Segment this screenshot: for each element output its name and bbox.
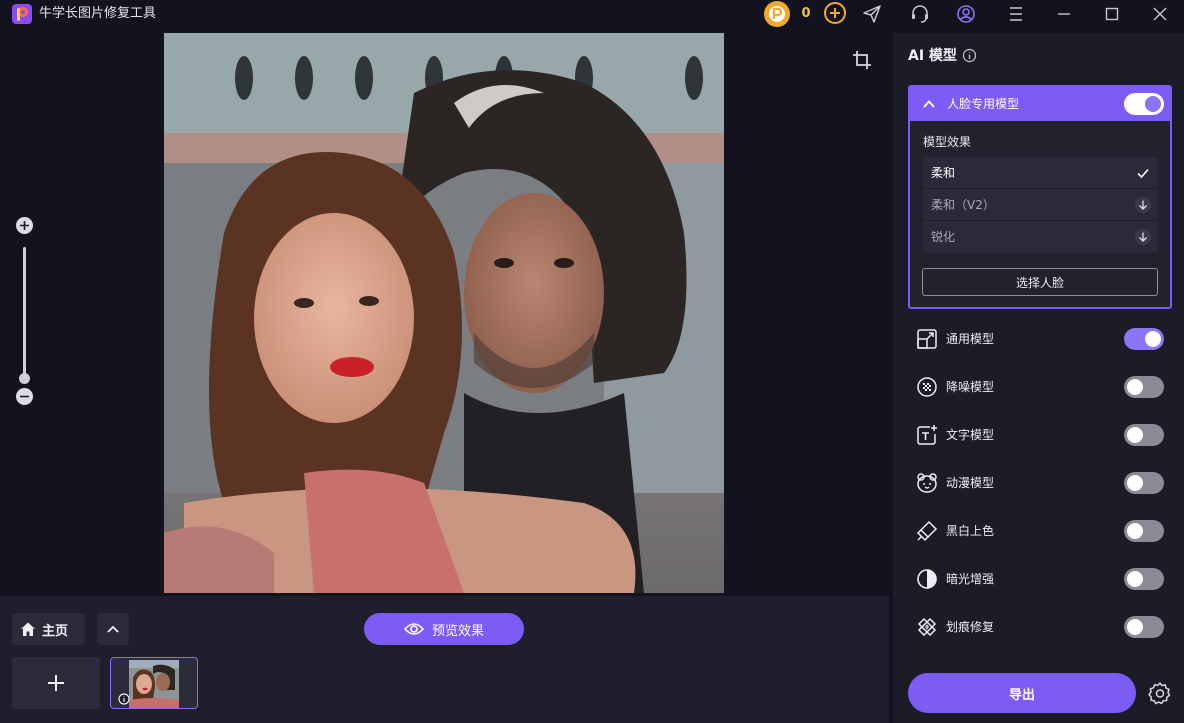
effect-option-label: 柔和 bbox=[931, 166, 956, 180]
home-icon bbox=[21, 622, 35, 636]
zoom-slider[interactable] bbox=[23, 247, 26, 375]
model-label: 通用模型 bbox=[946, 332, 995, 346]
upscale-icon bbox=[917, 329, 937, 349]
scratch-model-toggle[interactable] bbox=[1124, 616, 1164, 638]
ai-model-panel: AI 模型 人脸专用模型 模型效果 柔和 柔和（V2） 锐化 选择人脸 通用模型… bbox=[893, 33, 1184, 723]
app-window: 牛学长图片修复工具 0 主页 预览效果 AI 模型 人脸专用模型 模型效果 柔和… bbox=[0, 0, 1184, 723]
coin-count: 0 bbox=[801, 6, 811, 21]
effect-option-soft-v2[interactable]: 柔和（V2） bbox=[923, 189, 1158, 221]
image-thumbnail[interactable] bbox=[110, 657, 198, 709]
chevron-up-icon bbox=[107, 625, 119, 633]
image-canvas[interactable] bbox=[0, 33, 889, 596]
colorize-model-toggle[interactable] bbox=[1124, 520, 1164, 542]
denoise-model-toggle[interactable] bbox=[1124, 376, 1164, 398]
info-icon[interactable] bbox=[962, 48, 977, 63]
model-row-colorize: 黑白上色 bbox=[908, 515, 1172, 547]
effect-list: 柔和 柔和（V2） 锐化 bbox=[923, 157, 1158, 253]
info-icon[interactable] bbox=[118, 693, 130, 705]
text-icon bbox=[917, 425, 937, 445]
lowlight-icon bbox=[917, 569, 937, 589]
model-label: 暗光增强 bbox=[946, 572, 995, 586]
title-bar: 牛学长图片修复工具 0 bbox=[0, 0, 1184, 28]
preview-button[interactable]: 预览效果 bbox=[364, 613, 524, 645]
chevron-up-icon[interactable] bbox=[922, 97, 936, 111]
model-row-lowlight: 暗光增强 bbox=[908, 563, 1172, 595]
preview-label: 预览效果 bbox=[431, 623, 484, 639]
model-label: 划痕修复 bbox=[946, 620, 995, 634]
model-label: 降噪模型 bbox=[946, 380, 995, 394]
gear-icon[interactable] bbox=[1148, 681, 1172, 705]
model-label: 动漫模型 bbox=[946, 476, 995, 490]
face-model-card: 人脸专用模型 模型效果 柔和 柔和（V2） 锐化 选择人脸 bbox=[908, 85, 1172, 309]
zoom-slider-handle[interactable] bbox=[19, 373, 30, 384]
home-button[interactable]: 主页 bbox=[12, 613, 85, 645]
thumbnail-preview bbox=[129, 660, 179, 708]
model-row-anime: 动漫模型 bbox=[908, 467, 1172, 499]
anime-icon bbox=[917, 473, 937, 493]
send-icon[interactable] bbox=[860, 2, 884, 26]
download-icon[interactable] bbox=[1134, 196, 1152, 214]
effect-option-label: 柔和（V2） bbox=[931, 198, 995, 212]
model-row-denoise: 降噪模型 bbox=[908, 371, 1172, 403]
zoom-in-icon[interactable] bbox=[16, 217, 33, 234]
model-row-scratch: 划痕修复 bbox=[908, 611, 1172, 643]
choose-face-button[interactable]: 选择人脸 bbox=[922, 268, 1158, 296]
general-model-toggle[interactable] bbox=[1124, 328, 1164, 350]
text-model-toggle[interactable] bbox=[1124, 424, 1164, 446]
scratch-icon bbox=[917, 617, 937, 637]
model-label: 文字模型 bbox=[946, 428, 995, 442]
zoom-out-icon[interactable] bbox=[16, 388, 33, 405]
close-icon[interactable] bbox=[1148, 2, 1172, 26]
anime-model-toggle[interactable] bbox=[1124, 472, 1164, 494]
panel-title: AI 模型 bbox=[908, 48, 957, 64]
download-icon[interactable] bbox=[1134, 228, 1152, 246]
lowlight-model-toggle[interactable] bbox=[1124, 568, 1164, 590]
effect-option-sharpen[interactable]: 锐化 bbox=[923, 221, 1158, 253]
maximize-icon[interactable] bbox=[1100, 2, 1124, 26]
account-icon[interactable] bbox=[954, 2, 978, 26]
checkmark-icon bbox=[1137, 168, 1149, 179]
coin-icon[interactable] bbox=[764, 1, 790, 27]
model-row-text: 文字模型 bbox=[908, 419, 1172, 451]
eye-icon bbox=[403, 623, 424, 635]
plus-icon bbox=[48, 675, 64, 691]
colorize-icon bbox=[916, 520, 938, 542]
support-headset-icon[interactable] bbox=[908, 2, 932, 26]
face-model-header[interactable]: 人脸专用模型 bbox=[910, 87, 1170, 121]
crop-icon[interactable] bbox=[852, 50, 872, 70]
add-image-button[interactable] bbox=[12, 657, 100, 709]
effect-label: 模型效果 bbox=[923, 135, 972, 149]
bottom-bar: 主页 预览效果 bbox=[0, 596, 889, 723]
export-button[interactable]: 导出 bbox=[908, 673, 1136, 713]
app-title: 牛学长图片修复工具 bbox=[39, 6, 157, 21]
denoise-icon bbox=[917, 377, 937, 397]
home-label: 主页 bbox=[42, 623, 69, 639]
face-model-toggle[interactable] bbox=[1124, 93, 1164, 115]
model-label: 黑白上色 bbox=[946, 524, 995, 538]
add-coins-icon[interactable] bbox=[824, 2, 846, 24]
model-row-general: 通用模型 bbox=[908, 323, 1172, 355]
face-model-title: 人脸专用模型 bbox=[947, 97, 1020, 111]
collapse-button[interactable] bbox=[97, 613, 129, 645]
minimize-icon[interactable] bbox=[1052, 2, 1076, 26]
photo-preview bbox=[164, 33, 724, 593]
app-logo bbox=[12, 4, 32, 24]
effect-option-label: 锐化 bbox=[931, 230, 956, 244]
menu-icon[interactable] bbox=[1004, 2, 1028, 26]
effect-option-soft[interactable]: 柔和 bbox=[923, 157, 1158, 189]
